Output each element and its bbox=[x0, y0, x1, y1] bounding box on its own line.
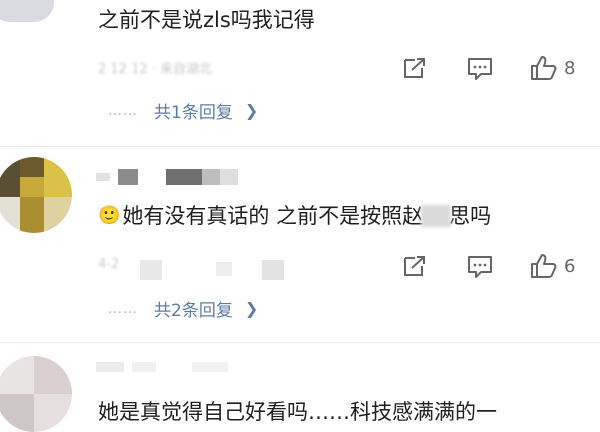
share-icon bbox=[404, 58, 425, 78]
thumb-up-icon bbox=[531, 254, 557, 278]
comment-text: 她是真觉得自己好看吗……科技感满满的一 bbox=[98, 400, 497, 424]
avatar[interactable] bbox=[0, 356, 72, 432]
comment-icon bbox=[468, 256, 492, 278]
comment-meta: 2 12 12 · 来自湖北 bbox=[98, 62, 213, 77]
comment-text: 🙂 她有没有真话的 之前不是按照赵 思吗 bbox=[98, 204, 492, 228]
like-button[interactable]: 6 bbox=[530, 253, 575, 279]
username-redacted bbox=[96, 358, 256, 376]
divider bbox=[0, 146, 600, 147]
share-icon bbox=[404, 256, 425, 276]
avatar[interactable] bbox=[0, 0, 54, 22]
comment-button[interactable] bbox=[467, 255, 493, 279]
emoji-icon: 🙂 bbox=[98, 205, 121, 226]
reply-count-label: 共2条回复 bbox=[154, 301, 233, 321]
like-count: 6 bbox=[564, 255, 576, 277]
reply-dots: …… bbox=[108, 102, 138, 119]
thumb-up-icon bbox=[531, 56, 557, 80]
comment-text: 之前不是说zls吗我记得 bbox=[98, 8, 315, 32]
divider bbox=[0, 342, 600, 343]
like-button[interactable]: 8 bbox=[530, 55, 575, 81]
view-replies-link[interactable]: …… 共1条回复 ❯ bbox=[108, 98, 258, 123]
share-button[interactable] bbox=[402, 254, 428, 278]
view-replies-link[interactable]: …… 共2条回复 ❯ bbox=[108, 296, 258, 321]
username-redacted bbox=[96, 163, 246, 189]
reply-count-label: 共1条回复 bbox=[154, 103, 233, 123]
like-count: 8 bbox=[564, 57, 576, 79]
reply-dots: …… bbox=[108, 300, 138, 317]
comment-button[interactable] bbox=[467, 57, 493, 81]
chevron-right-icon: ❯ bbox=[244, 101, 259, 120]
share-button[interactable] bbox=[402, 56, 428, 80]
avatar[interactable] bbox=[0, 157, 72, 233]
chevron-right-icon: ❯ bbox=[244, 299, 259, 318]
comment-meta: 4-2 bbox=[98, 257, 120, 272]
meta-redacted bbox=[140, 258, 290, 282]
comment-icon bbox=[468, 58, 492, 80]
redacted-block bbox=[421, 205, 452, 227]
